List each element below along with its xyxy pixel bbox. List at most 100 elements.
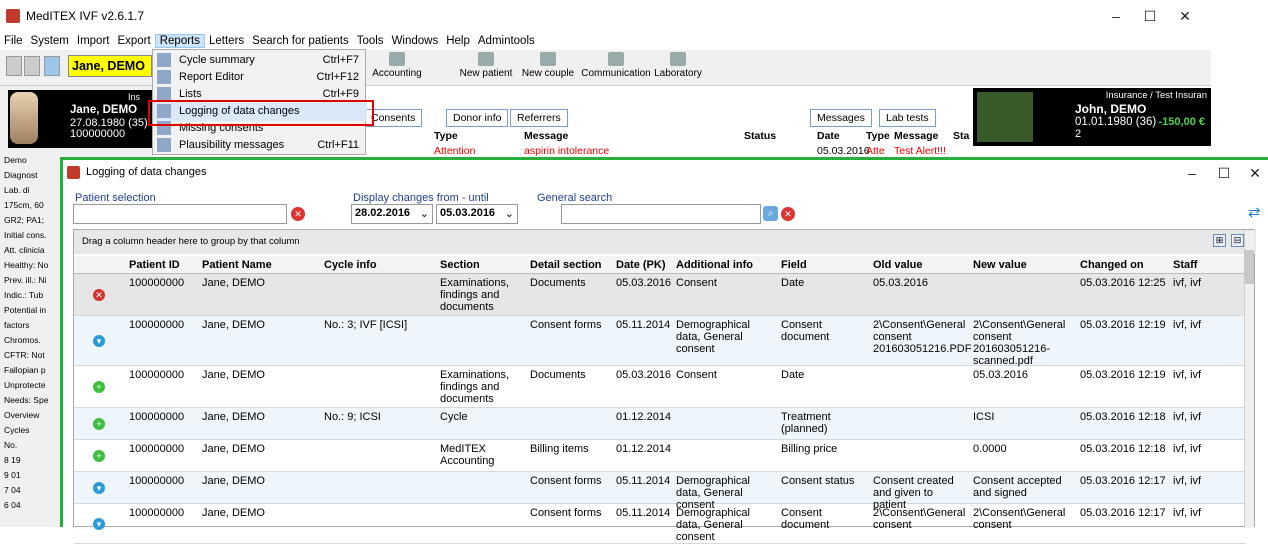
table-row[interactable]: ▾ 100000000 Jane, DEMO No.: 3; IVF [ICSI] Co… [74, 316, 1246, 367]
menu-system[interactable]: System [27, 35, 73, 47]
menu-item-plausibility-messages[interactable]: Plausibility messages Ctrl+F11 [153, 136, 367, 155]
maximize-icon[interactable]: ☐ [1216, 165, 1232, 181]
table-cell: Jane, DEMO [202, 277, 265, 289]
menu-import[interactable]: Import [73, 35, 114, 47]
table-row[interactable]: +100000000 Jane, DEMO No.: 9; ICSI Cycle 01.… [74, 408, 1246, 440]
col-new-value[interactable]: New value [973, 259, 1027, 271]
minimize-icon[interactable]: – [1108, 8, 1124, 24]
menu-admintools[interactable]: Admintools [474, 35, 539, 47]
date-until-field[interactable]: 05.03.2016 ⌄ [436, 204, 518, 224]
table-cell: ivf, ivf [1173, 411, 1202, 423]
table-cell: Examinations, findings and documents [440, 369, 510, 405]
menu-tools[interactable]: Tools [353, 35, 388, 47]
col-patient-id[interactable]: Patient ID [129, 259, 180, 271]
side-text: 6 04 [4, 500, 21, 510]
tab-referrers[interactable]: Referrers [510, 109, 568, 127]
side-text: Fallopian p [4, 365, 46, 375]
logging-dialog: Logging of data changes – ☐ ✕ Patient se… [63, 160, 1268, 544]
tab-donor-info[interactable]: Donor info [446, 109, 509, 127]
menu-help[interactable]: Help [442, 35, 474, 47]
side-text: Unprotecte [4, 380, 46, 390]
new-patient-button[interactable]: New patient [454, 52, 518, 79]
table-header: Patient ID Patient Name Cycle info Section D… [74, 256, 1246, 274]
menu-export[interactable]: Export [113, 35, 154, 47]
side-text: Diagnost [4, 170, 38, 180]
table-row[interactable]: ▾ 100000000 Jane, DEMO Consent forms 05.11.2… [74, 504, 1246, 544]
close-icon[interactable]: ✕ [1247, 165, 1263, 181]
refresh-icon[interactable]: ⇄ [1248, 205, 1264, 221]
date-from-field[interactable]: 28.02.2016 ⌄ [351, 204, 433, 224]
close-icon[interactable]: ✕ [1177, 8, 1193, 24]
side-text: factors [4, 320, 30, 330]
scroll-thumb[interactable] [1244, 250, 1254, 284]
col-patient-name[interactable]: Patient Name [202, 259, 272, 271]
patient-name: Jane, DEMO [70, 104, 138, 116]
partner-dob: 01.01.1980 (36) [1075, 116, 1157, 128]
left-panel-text: Demo Diagnost Lab. di 175cm, 60 GR2; PA1; Ini… [0, 150, 60, 527]
avatar [10, 92, 38, 144]
table-cell: 05.03.2016 [973, 369, 1029, 381]
clear-search-icon[interactable]: ✕ [781, 207, 795, 221]
menu-file[interactable]: File [0, 35, 27, 47]
highlight-box [148, 100, 374, 126]
search-patient-icon[interactable] [44, 56, 60, 76]
table-cell: MedITEX Accounting [440, 443, 495, 467]
table-cell: Consent forms [530, 475, 602, 487]
communication-button[interactable]: Communication [581, 52, 651, 79]
table-row[interactable]: +100000000 Jane, DEMO Examinations, findin… [74, 366, 1246, 408]
col-field[interactable]: Field [781, 259, 807, 271]
back-button[interactable] [6, 56, 22, 76]
male-patient-card[interactable]: Insurance / Test Insuran John, DEMO 01.0… [973, 88, 1211, 146]
general-search-input[interactable] [561, 204, 761, 224]
side-text: Overview [4, 410, 40, 420]
dialog-title: Logging of data changes [86, 166, 207, 178]
table-cell: 100000000 [129, 443, 185, 455]
minimize-icon[interactable]: – [1184, 165, 1200, 181]
col-additional-info[interactable]: Additional info [676, 259, 753, 271]
table-cell: 100000000 [129, 507, 185, 519]
menu-reports[interactable]: Reports [154, 34, 205, 48]
col-date-pk-[interactable]: Date (PK) [616, 259, 666, 271]
table-cell: Consent [676, 369, 717, 381]
col-old-value[interactable]: Old value [873, 259, 923, 271]
new-couple-button[interactable]: New couple [519, 52, 577, 79]
menu-search-for-patients[interactable]: Search for patients [248, 35, 353, 47]
female-patient-card[interactable]: Jane, DEMO 27.08.1980 (35) 100000000 Ins [8, 90, 154, 148]
collapse-all-icon[interactable]: ⊟ [1231, 234, 1244, 247]
table-cell: Documents [530, 277, 586, 289]
forward-button[interactable] [24, 56, 40, 76]
menu-letters[interactable]: Letters [205, 35, 248, 47]
clear-patient-icon[interactable]: ✕ [291, 207, 305, 221]
table-cell: 100000000 [129, 277, 185, 289]
table-row[interactable]: +100000000 Jane, DEMO MedITEX Accounting Bi… [74, 440, 1246, 472]
laboratory-button[interactable]: Laboratory [651, 52, 705, 79]
accounting-button[interactable]: Accounting [372, 52, 422, 79]
tab-messages[interactable]: Messages [810, 109, 872, 127]
menu-item-label: Plausibility messages [179, 139, 285, 151]
table-cell: 05.03.2016 12:19 [1080, 369, 1166, 381]
col-staff[interactable]: Staff [1173, 259, 1197, 271]
col-cycle-info[interactable]: Cycle info [324, 259, 377, 271]
menu-windows[interactable]: Windows [388, 35, 443, 47]
col-detail-section[interactable]: Detail section [530, 259, 602, 271]
patient-selection-field[interactable] [73, 204, 287, 224]
table-row[interactable]: ▾ 100000000 Jane, DEMO Consent forms 05.11.2… [74, 472, 1246, 511]
tab-lab-tests[interactable]: Lab tests [879, 109, 936, 127]
search-icon[interactable]: ⌕ [763, 206, 778, 221]
col-type-2: Type [866, 130, 890, 142]
edit-icon: ▾ [93, 482, 105, 494]
table-cell: Billing price [781, 443, 838, 455]
patient-selection-label: Patient selection [75, 192, 156, 204]
menu-bar: File System Import Export Reports Letters Sear… [0, 32, 1211, 50]
col-changed-on[interactable]: Changed on [1080, 259, 1144, 271]
table-row[interactable]: ✕ 100000000 Jane, DEMO Examinations, findin… [74, 274, 1246, 316]
vertical-scrollbar[interactable] [1244, 230, 1254, 528]
side-text: 7 04 [4, 485, 21, 495]
current-patient-name[interactable]: Jane, DEMO [68, 55, 152, 77]
bg-row-date: 05.03.2016 [817, 145, 870, 157]
table-cell: 2\Consent\General consent [873, 507, 966, 531]
table-cell: Demographical data, General consent [676, 507, 750, 543]
maximize-icon[interactable]: ☐ [1142, 8, 1158, 24]
col-section[interactable]: Section [440, 259, 480, 271]
expand-all-icon[interactable]: ⊞ [1213, 234, 1226, 247]
